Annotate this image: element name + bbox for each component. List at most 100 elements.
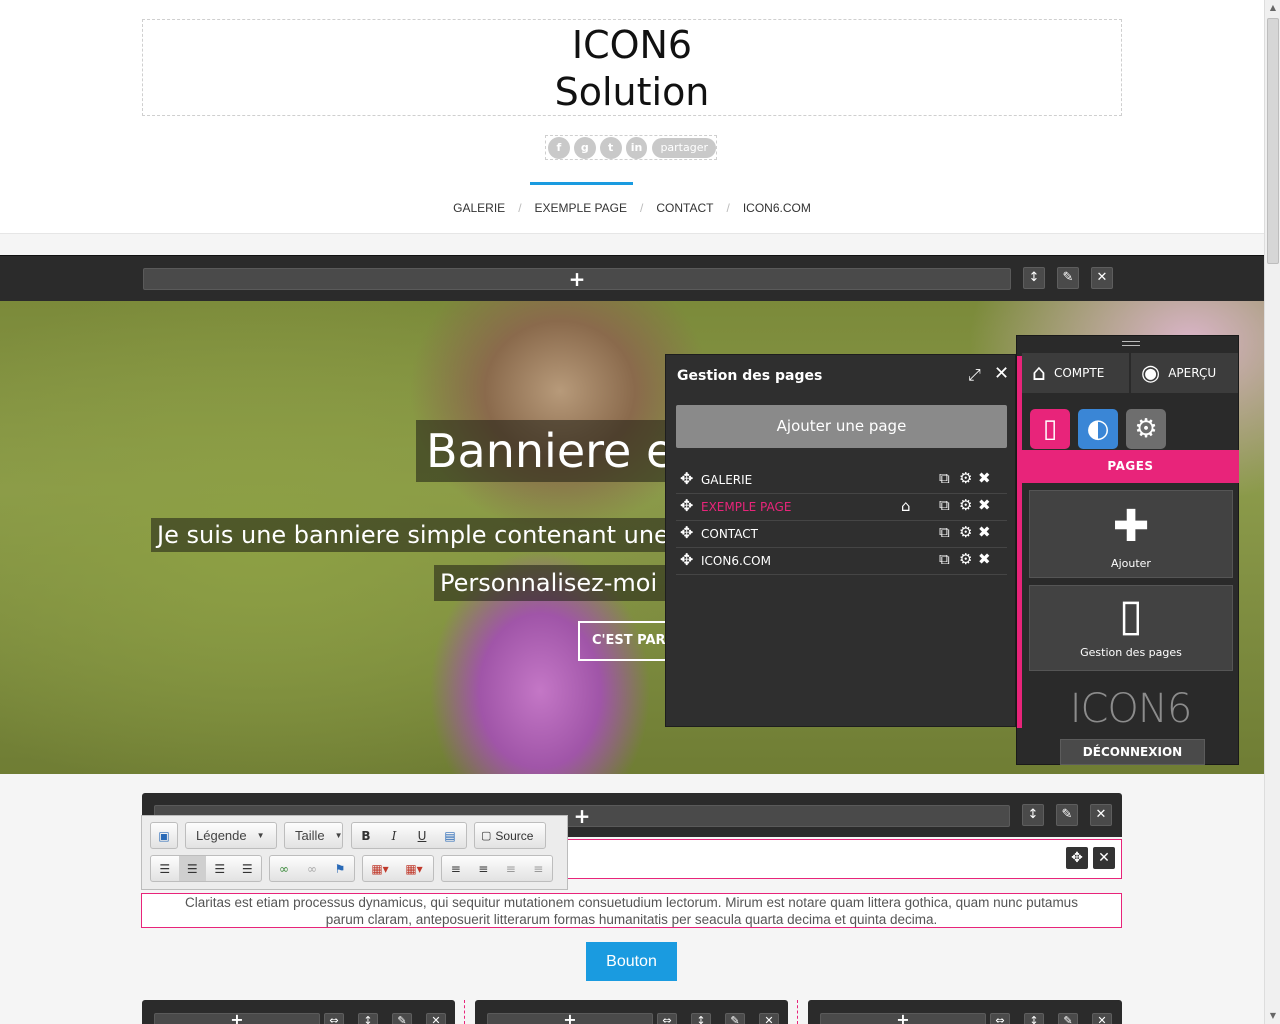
move-vertical-icon[interactable]: ↕ — [1022, 804, 1044, 826]
bold-button[interactable]: B — [352, 823, 380, 848]
add-block-button[interactable]: + — [143, 268, 1011, 290]
banner-subtitle-2[interactable]: Personnalisez-moi e — [434, 565, 686, 601]
duplicate-icon[interactable]: ⧉ — [939, 496, 950, 514]
move-vertical-icon[interactable]: ↕ — [1024, 1013, 1044, 1024]
gear-icon[interactable]: ⚙ — [959, 496, 972, 514]
drag-handle-icon[interactable]: ✥ — [680, 550, 693, 569]
nav-link-icon6[interactable]: ICON6.COM — [743, 201, 811, 215]
logout-button[interactable]: DÉCONNEXION — [1060, 739, 1205, 765]
delete-section-icon[interactable]: ✕ — [1091, 267, 1113, 289]
row-settings-icon[interactable]: ✕ — [1093, 847, 1115, 869]
close-icon[interactable]: ✕ — [994, 363, 1009, 384]
add-page-button[interactable]: Ajouter une page — [676, 405, 1007, 448]
move-horizontal-icon[interactable]: ⇔ — [657, 1013, 677, 1024]
settings-tab-icon[interactable]: ⚙ — [1126, 409, 1166, 449]
scroll-down-icon[interactable]: ▼ — [1265, 1008, 1280, 1024]
delete-column-icon[interactable]: ✕ — [759, 1013, 779, 1024]
expand-icon[interactable]: ⤢ — [968, 365, 981, 385]
underline-button[interactable]: U — [408, 823, 436, 848]
move-vertical-icon[interactable]: ↕ — [1023, 267, 1045, 289]
drag-handle-icon[interactable]: ✥ — [680, 523, 693, 542]
table-icon[interactable]: ▦▾ — [397, 856, 431, 881]
anchor-flag-icon[interactable]: ⚑ — [326, 856, 354, 881]
move-vertical-icon[interactable]: ↕ — [691, 1013, 711, 1024]
pages-tab-icon[interactable]: ▯ — [1030, 409, 1070, 449]
facebook-icon[interactable]: f — [548, 136, 570, 159]
page-label[interactable]: GALERIE — [701, 473, 752, 487]
move-row-icon[interactable]: ✥ — [1066, 847, 1088, 869]
duplicate-icon[interactable]: ⧉ — [939, 523, 950, 541]
delete-column-icon[interactable]: ✕ — [426, 1013, 446, 1024]
move-vertical-icon[interactable]: ↕ — [358, 1013, 378, 1024]
nav-link-galerie[interactable]: GALERIE — [453, 201, 505, 215]
color-picker-icon[interactable]: ▦▾ — [363, 856, 397, 881]
paragraph-editable[interactable]: Claritas est etiam processus dynamicus, … — [141, 893, 1122, 928]
numbered-list-icon[interactable]: ≡ — [442, 856, 470, 881]
add-block-button[interactable]: + — [820, 1012, 986, 1024]
banner-subtitle-1[interactable]: Je suis une banniere simple contenant un… — [151, 518, 690, 552]
gear-icon[interactable]: ⚙ — [959, 469, 972, 487]
align-justify-icon[interactable]: ☰ — [234, 856, 262, 881]
scroll-thumb[interactable] — [1267, 18, 1279, 264]
gear-icon[interactable]: ⚙ — [959, 523, 972, 541]
move-horizontal-icon[interactable]: ⇔ — [324, 1013, 344, 1024]
page-row[interactable]: ✥ GALERIE ⧉ ⚙ ✖ — [676, 467, 1007, 494]
page-label[interactable]: ICON6.COM — [701, 554, 771, 568]
share-button[interactable]: partager — [652, 137, 717, 158]
vertical-scrollbar[interactable]: ▲ ▼ — [1264, 0, 1280, 1024]
home-icon[interactable]: ⌂ — [901, 497, 911, 515]
scroll-up-icon[interactable]: ▲ — [1265, 0, 1280, 16]
unlink-icon[interactable]: ∞ — [298, 856, 326, 881]
delete-icon[interactable]: ✖ — [978, 523, 991, 541]
source-button[interactable]: ▢ Source — [474, 822, 546, 849]
twitter-icon[interactable]: t — [599, 136, 622, 159]
nav-link-contact[interactable]: CONTACT — [656, 201, 713, 215]
bullet-list-icon[interactable]: ≡ — [470, 856, 498, 881]
save-button[interactable]: ▣ — [150, 822, 178, 849]
page-row[interactable]: ✥ CONTACT ⧉ ⚙ ✖ — [676, 521, 1007, 548]
link-icon[interactable]: ∞ — [270, 856, 298, 881]
duplicate-icon[interactable]: ⧉ — [939, 469, 950, 487]
indent-icon[interactable]: ≡ — [525, 856, 553, 881]
page-label[interactable]: EXEMPLE PAGE — [701, 500, 791, 514]
content-button[interactable]: Bouton — [586, 942, 677, 981]
add-card-button[interactable]: ✚ Ajouter — [1029, 490, 1233, 578]
google-plus-icon[interactable]: g — [573, 136, 596, 159]
delete-icon[interactable]: ✖ — [978, 496, 991, 514]
style-combo[interactable]: Légende ▼ — [185, 822, 277, 849]
duplicate-icon[interactable]: ⧉ — [939, 550, 950, 568]
gear-icon[interactable]: ⚙ — [959, 550, 972, 568]
account-button[interactable]: ⌂ COMPTE — [1022, 353, 1129, 393]
size-combo[interactable]: Taille ▼ — [284, 822, 343, 849]
pages-manager-card-button[interactable]: ▯ Gestion des pages — [1029, 585, 1233, 671]
page-row[interactable]: ✥ ICON6.COM ⧉ ⚙ ✖ — [676, 548, 1007, 575]
palette-tab-icon[interactable]: ◐ — [1078, 409, 1118, 449]
align-left-icon[interactable]: ☰ — [151, 856, 179, 881]
image-icon[interactable]: ▤ — [436, 823, 464, 848]
italic-button[interactable]: I — [380, 823, 408, 848]
edit-brush-icon[interactable]: ✎ — [1056, 804, 1078, 826]
page-row[interactable]: ✥ EXEMPLE PAGE ⌂ ⧉ ⚙ ✖ — [676, 494, 1007, 521]
drag-grip-icon[interactable] — [1122, 341, 1140, 346]
delete-column-icon[interactable]: ✕ — [1092, 1013, 1112, 1024]
outdent-icon[interactable]: ≡ — [497, 856, 525, 881]
edit-brush-icon[interactable]: ✎ — [725, 1013, 745, 1024]
page-label[interactable]: CONTACT — [701, 527, 758, 541]
preview-button[interactable]: ◉ APERÇU — [1131, 353, 1238, 393]
edit-brush-icon[interactable]: ✎ — [1058, 1013, 1078, 1024]
add-block-button[interactable]: + — [154, 1012, 320, 1024]
align-right-icon[interactable]: ☰ — [206, 856, 234, 881]
drag-handle-icon[interactable]: ✥ — [680, 469, 693, 488]
move-horizontal-icon[interactable]: ⇔ — [990, 1013, 1010, 1024]
add-block-button[interactable]: + — [487, 1012, 653, 1024]
edit-brush-icon[interactable]: ✎ — [392, 1013, 412, 1024]
delete-icon[interactable]: ✖ — [978, 469, 991, 487]
nav-link-exemple-page[interactable]: EXEMPLE PAGE — [535, 201, 627, 215]
edit-brush-icon[interactable]: ✎ — [1057, 267, 1079, 289]
logo-box[interactable]: ICON6 Solution — [142, 19, 1122, 116]
linkedin-icon[interactable]: in — [625, 136, 648, 159]
delete-block-icon[interactable]: ✕ — [1090, 804, 1112, 826]
align-center-icon[interactable]: ☰ — [178, 856, 206, 881]
delete-icon[interactable]: ✖ — [978, 550, 991, 568]
drag-handle-icon[interactable]: ✥ — [680, 496, 693, 515]
